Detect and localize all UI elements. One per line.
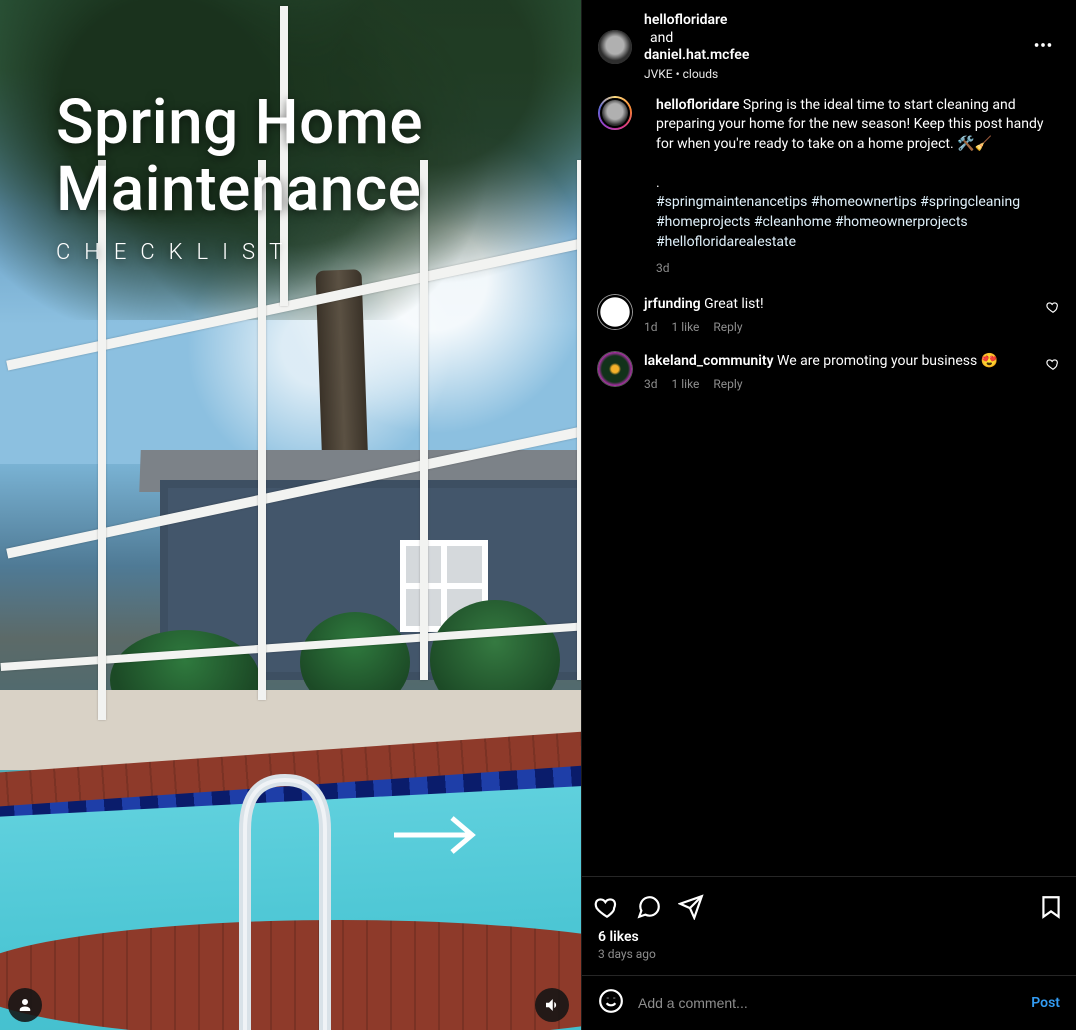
like-comment-button[interactable] bbox=[1046, 299, 1060, 318]
comment-input[interactable] bbox=[638, 995, 1017, 1011]
caption-avatar[interactable] bbox=[598, 96, 632, 130]
comment-button[interactable] bbox=[636, 894, 662, 920]
comment-text: We are promoting your business 😍 bbox=[774, 353, 999, 369]
like-button[interactable] bbox=[594, 894, 620, 920]
headline-sub: CHECKLIST bbox=[56, 240, 423, 265]
audio-attribution[interactable]: JVKE • clouds bbox=[644, 67, 749, 82]
comment-username[interactable]: lakeland_community bbox=[644, 353, 774, 369]
more-options-button[interactable] bbox=[1026, 28, 1060, 66]
caption-dot: . bbox=[656, 175, 660, 191]
comment-avatar[interactable] bbox=[598, 295, 632, 329]
caption-time: 3d bbox=[656, 260, 1060, 277]
action-bar: 6 likes 3 days ago bbox=[582, 876, 1076, 975]
author-username[interactable]: hellofloridare bbox=[644, 12, 749, 30]
caption-username[interactable]: hellofloridare bbox=[656, 97, 739, 113]
headline-line2: Maintenance bbox=[56, 153, 421, 226]
post-comment-button[interactable]: Post bbox=[1031, 995, 1060, 1011]
pool-rail bbox=[225, 770, 335, 1030]
coauthor-username[interactable]: daniel.hat.mcfee bbox=[644, 47, 749, 65]
author-avatar[interactable] bbox=[598, 30, 632, 64]
comment-time: 3d bbox=[644, 377, 658, 391]
save-button[interactable] bbox=[1038, 894, 1064, 920]
share-button[interactable] bbox=[678, 894, 704, 920]
add-comment-bar: Post bbox=[582, 975, 1076, 1030]
comment-username[interactable]: jrfunding bbox=[644, 296, 701, 312]
like-count[interactable]: 6 likes bbox=[594, 929, 1064, 945]
post-header: hellofloridare and daniel.hat.mcfee JVKE… bbox=[582, 0, 1076, 92]
comment-avatar[interactable] bbox=[598, 352, 632, 386]
arrow-right-icon bbox=[392, 812, 478, 862]
post-caption: hellofloridare Spring is the ideal time … bbox=[598, 96, 1060, 278]
comment-row: lakeland_community We are promoting your… bbox=[598, 352, 1060, 391]
posted-time: 3 days ago bbox=[594, 945, 1064, 971]
comment-text: Great list! bbox=[701, 296, 764, 312]
comment-row: jrfunding Great list! 1d 1 like Reply bbox=[598, 295, 1060, 334]
media-headline: Spring HomeMaintenance CHECKLIST bbox=[56, 90, 423, 265]
and-label: and bbox=[650, 30, 673, 46]
headline-line1: Spring Home bbox=[56, 86, 423, 159]
comment-likes[interactable]: 1 like bbox=[672, 377, 700, 391]
post-media[interactable]: Spring HomeMaintenance CHECKLIST bbox=[0, 0, 581, 1030]
comment-reply[interactable]: Reply bbox=[713, 377, 742, 391]
emoji-button[interactable] bbox=[598, 988, 624, 1018]
caption-hashtags[interactable]: #springmaintenancetips #homeownertips #s… bbox=[656, 194, 1020, 249]
comment-likes[interactable]: 1 like bbox=[672, 320, 700, 334]
sound-toggle-button[interactable] bbox=[535, 988, 569, 1022]
comment-reply[interactable]: Reply bbox=[713, 320, 742, 334]
comment-time: 1d bbox=[644, 320, 658, 334]
tagged-people-button[interactable] bbox=[8, 988, 42, 1022]
like-comment-button[interactable] bbox=[1046, 356, 1060, 375]
